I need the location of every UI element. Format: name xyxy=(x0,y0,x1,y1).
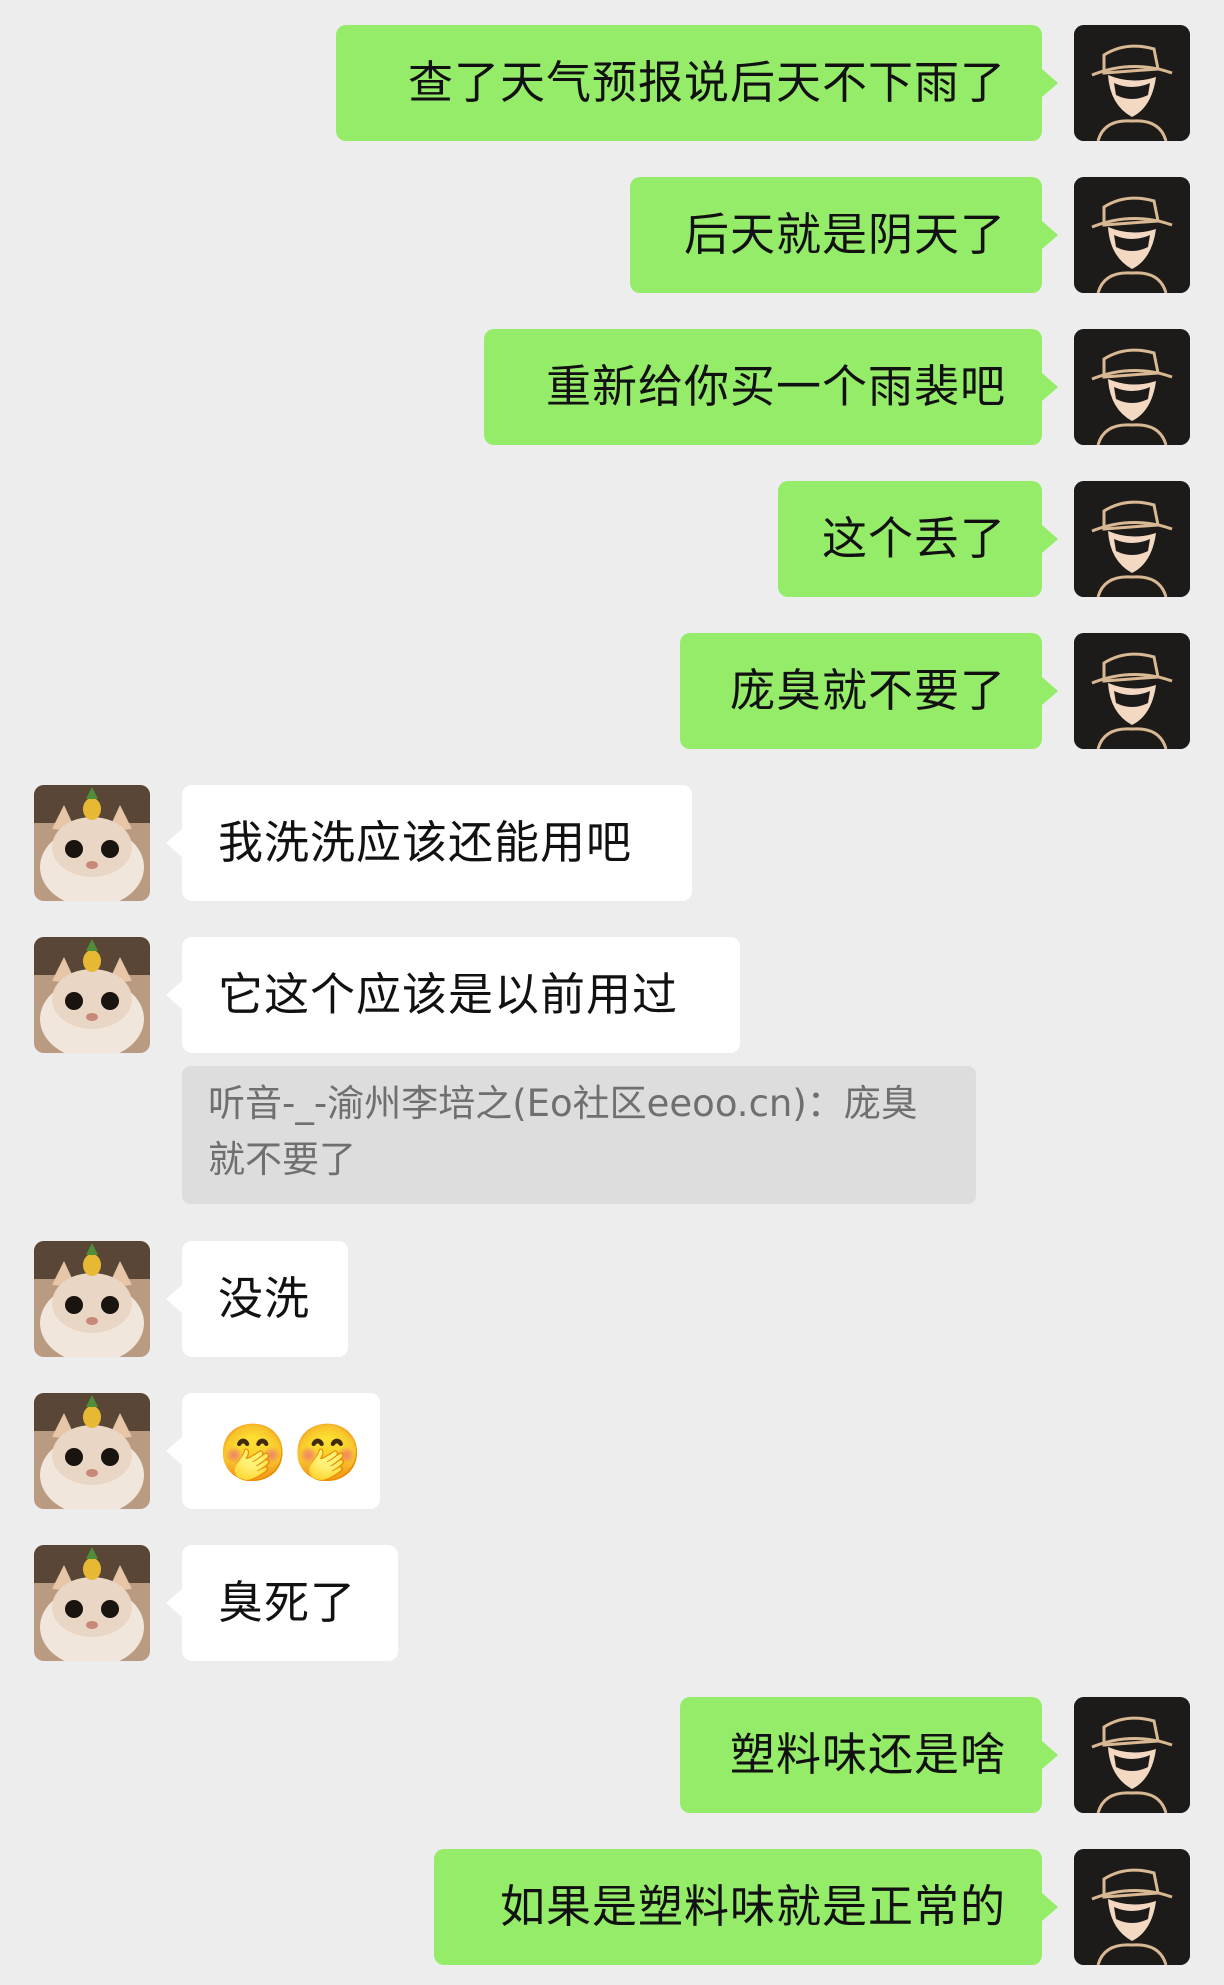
message-bubble[interactable]: 重新给你买一个雨裴吧 xyxy=(484,329,1058,445)
laughing-crying-emoji-icon: 🤭 xyxy=(292,1421,364,1486)
masked-hat-avatar-icon[interactable] xyxy=(1074,481,1190,597)
cat-with-pineapple-avatar-icon[interactable] xyxy=(34,1545,150,1661)
laughing-crying-emoji-icon: 🤭 xyxy=(218,1421,289,1486)
cat-with-pineapple-avatar-icon[interactable] xyxy=(34,785,150,901)
message-bubble[interactable]: 这个丢了 xyxy=(778,481,1058,597)
message-bubble[interactable]: 庞臭就不要了 xyxy=(680,633,1058,749)
masked-hat-avatar-icon[interactable] xyxy=(1074,177,1190,293)
cat-with-pineapple-avatar-icon[interactable] xyxy=(34,1393,150,1509)
message-bubble[interactable]: 我洗洗应该还能用吧 xyxy=(166,785,692,901)
message-bubble[interactable]: 没洗 xyxy=(166,1241,348,1357)
quoted-reply[interactable]: 听音-_-渝州李培之(Eo社区eeoo.cn)：庞臭就不要了 xyxy=(182,1066,976,1204)
message-bubble[interactable]: 它这个应该是以前用过 xyxy=(166,937,740,1053)
masked-hat-avatar-icon[interactable] xyxy=(1074,329,1190,445)
message-bubble[interactable]: 塑料味还是啥 xyxy=(680,1697,1058,1813)
message-bubble[interactable]: 后天就是阴天了 xyxy=(630,177,1058,293)
cat-with-pineapple-avatar-icon[interactable] xyxy=(34,937,150,1053)
message-bubble[interactable]: 🤭🤭 xyxy=(166,1393,380,1509)
message-bubble[interactable]: 臭死了 xyxy=(166,1545,398,1661)
masked-hat-avatar-icon[interactable] xyxy=(1074,1697,1190,1813)
chat-window: 查了天气预报说后天不下雨了 后天就是阴天了 重新给你买一个雨裴吧 这个丢了 庞臭… xyxy=(0,0,1224,1985)
masked-hat-avatar-icon[interactable] xyxy=(1074,633,1190,749)
masked-hat-avatar-icon[interactable] xyxy=(1074,1849,1190,1965)
message-bubble[interactable]: 查了天气预报说后天不下雨了 xyxy=(336,25,1058,141)
masked-hat-avatar-icon[interactable] xyxy=(1074,25,1190,141)
message-bubble[interactable]: 如果是塑料味就是正常的 xyxy=(434,1849,1058,1965)
cat-with-pineapple-avatar-icon[interactable] xyxy=(34,1241,150,1357)
